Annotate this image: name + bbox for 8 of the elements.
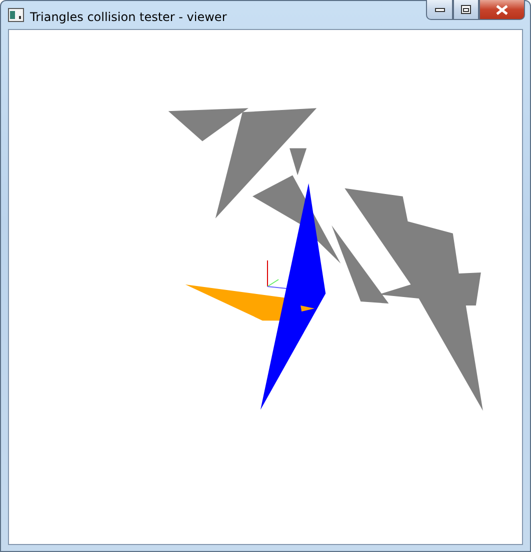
app-icon xyxy=(8,8,24,22)
restore-icon xyxy=(461,5,471,14)
close-button[interactable] xyxy=(479,0,525,20)
minimize-icon xyxy=(434,8,444,12)
close-icon xyxy=(496,4,508,14)
minimize-button[interactable] xyxy=(426,0,453,20)
window-title: Triangles collision tester - viewer xyxy=(30,9,228,25)
maximize-button[interactable] xyxy=(453,0,479,20)
